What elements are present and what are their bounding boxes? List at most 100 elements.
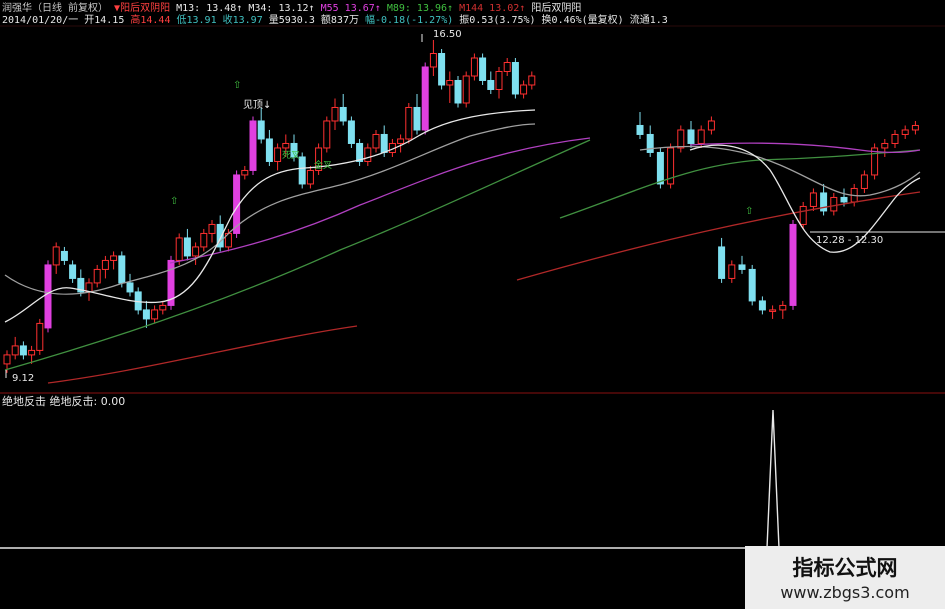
candle-body bbox=[495, 70, 503, 90]
candle-body bbox=[840, 196, 848, 203]
header-item-0: 润强华（日线 前复权） bbox=[2, 1, 114, 14]
candle-body bbox=[687, 129, 695, 144]
header-item-6: M144 13.02↑ bbox=[459, 3, 531, 14]
quote-item-7: 振0.53(3.75%) bbox=[459, 13, 541, 26]
candle-body bbox=[118, 255, 126, 284]
candle-body bbox=[511, 61, 519, 95]
watermark-title: 指标公式网 bbox=[792, 556, 898, 580]
cross-label-1: 死叉 bbox=[282, 150, 300, 161]
indicator-spike bbox=[0, 409, 945, 549]
candle-body bbox=[421, 66, 429, 131]
quote-item-8: 换0.46%(量复权) bbox=[542, 13, 630, 26]
candle-body bbox=[738, 264, 746, 270]
header-item-1: ▼阳后双阴阳 bbox=[114, 2, 176, 14]
candle-body bbox=[789, 223, 797, 306]
candle-body bbox=[3, 354, 11, 365]
stock-chart: 润强华（日线 前复权） ▼阳后双阴阳 M13: 13.48↑ M34: 13.1… bbox=[0, 1, 945, 549]
candle-body bbox=[192, 246, 200, 257]
candle-body bbox=[891, 133, 899, 144]
candle-body bbox=[208, 223, 216, 234]
candle-body bbox=[159, 304, 167, 311]
candle-body bbox=[44, 264, 52, 329]
candle-body bbox=[462, 75, 470, 104]
candle-body bbox=[200, 232, 208, 248]
candle-body bbox=[454, 79, 462, 104]
candle-body bbox=[306, 169, 314, 185]
quote-item-1: 高14.44 bbox=[130, 13, 176, 26]
candle-body bbox=[799, 205, 807, 225]
candle-body bbox=[911, 124, 919, 131]
candle-body bbox=[758, 300, 766, 311]
ma55-line-left bbox=[169, 137, 591, 264]
candle-body bbox=[257, 120, 265, 140]
header-item-2: M13: 13.48↑ bbox=[176, 3, 248, 14]
indicator-label: 绝地反击 绝地反击: 0.00 bbox=[2, 394, 125, 408]
candle-body bbox=[429, 52, 437, 68]
candle-body bbox=[331, 106, 339, 122]
header-item-7: 阳后双阴阳 bbox=[531, 2, 581, 14]
candle-body bbox=[405, 106, 413, 140]
candle-body bbox=[769, 309, 777, 312]
candle-body bbox=[298, 156, 306, 185]
quote-item-3: 收13.97 bbox=[223, 13, 269, 26]
watermark-url: www.zbgs3.com bbox=[780, 583, 910, 602]
candle-body bbox=[347, 120, 355, 144]
candle-body bbox=[19, 345, 27, 356]
candle-body bbox=[11, 345, 19, 356]
candle-body bbox=[487, 79, 495, 90]
quote-item-9: 流通1.3 bbox=[630, 13, 668, 26]
candle-body bbox=[718, 246, 726, 279]
header-line-1: 润强华（日线 前复权） ▼阳后双阴阳 M13: 13.48↑ M34: 13.1… bbox=[2, 1, 581, 14]
header-line-2: 2014/01/20/一 开14.15 高14.44 低13.91 收13.97… bbox=[2, 13, 668, 26]
candle-body bbox=[28, 349, 36, 356]
header-item-3: M34: 13.12↑ bbox=[248, 3, 320, 14]
candle-body bbox=[175, 237, 183, 261]
quote-item-2: 低13.91 bbox=[177, 13, 223, 26]
candle-body bbox=[101, 259, 109, 270]
candle-body bbox=[274, 147, 282, 162]
candle-body bbox=[36, 322, 44, 351]
candle-body bbox=[528, 75, 536, 86]
candle-body bbox=[323, 120, 331, 149]
candle-body bbox=[779, 304, 787, 311]
candle-body bbox=[479, 57, 487, 81]
ma89-line-left bbox=[4, 139, 591, 371]
signal-arrow-icon-2: ⇧ bbox=[233, 80, 241, 91]
candle-body bbox=[901, 129, 909, 135]
candle-body bbox=[860, 174, 868, 189]
candle-body bbox=[151, 309, 159, 320]
candle-body bbox=[364, 147, 372, 162]
quote-item-6: 幅-0.18(-1.27%) bbox=[365, 13, 459, 26]
candle-body bbox=[830, 196, 838, 212]
header-item-4: M55 13.67↑ bbox=[321, 3, 387, 14]
high-price-label: 16.50 bbox=[433, 29, 462, 40]
candle-body bbox=[241, 169, 249, 176]
signal-arrow-icon-1: ⇧ bbox=[170, 196, 178, 207]
candle-body bbox=[265, 138, 273, 162]
candle-body bbox=[93, 268, 101, 284]
candle-body bbox=[636, 124, 644, 135]
low-price-label: 9.12 bbox=[12, 373, 34, 384]
candle-body bbox=[397, 138, 405, 144]
candle-body bbox=[748, 268, 756, 302]
candle-body bbox=[380, 133, 388, 153]
candle-body bbox=[249, 120, 257, 171]
ma13-line-right bbox=[689, 144, 921, 253]
range-label: 12.28 - 12.30 bbox=[816, 235, 883, 246]
candle-body bbox=[503, 61, 511, 72]
candle-body bbox=[142, 309, 150, 320]
candle-body bbox=[470, 57, 478, 77]
candle-body bbox=[656, 151, 664, 185]
candle-body bbox=[183, 237, 191, 257]
candle-body bbox=[60, 250, 68, 261]
candle-body bbox=[697, 129, 705, 144]
ma144-line-left bbox=[47, 325, 358, 384]
candle-body bbox=[520, 84, 528, 95]
quote-item-4: 量5930.3 bbox=[269, 14, 321, 26]
watermark: 指标公式网 www.zbgs3.com bbox=[745, 546, 945, 609]
candle-body bbox=[677, 129, 685, 149]
candle-body bbox=[881, 142, 889, 149]
candle-body bbox=[707, 120, 715, 131]
quote-item-0: 2014/01/20/一 开14.15 bbox=[2, 15, 130, 26]
cross-label-2: 金叉 bbox=[314, 159, 332, 171]
